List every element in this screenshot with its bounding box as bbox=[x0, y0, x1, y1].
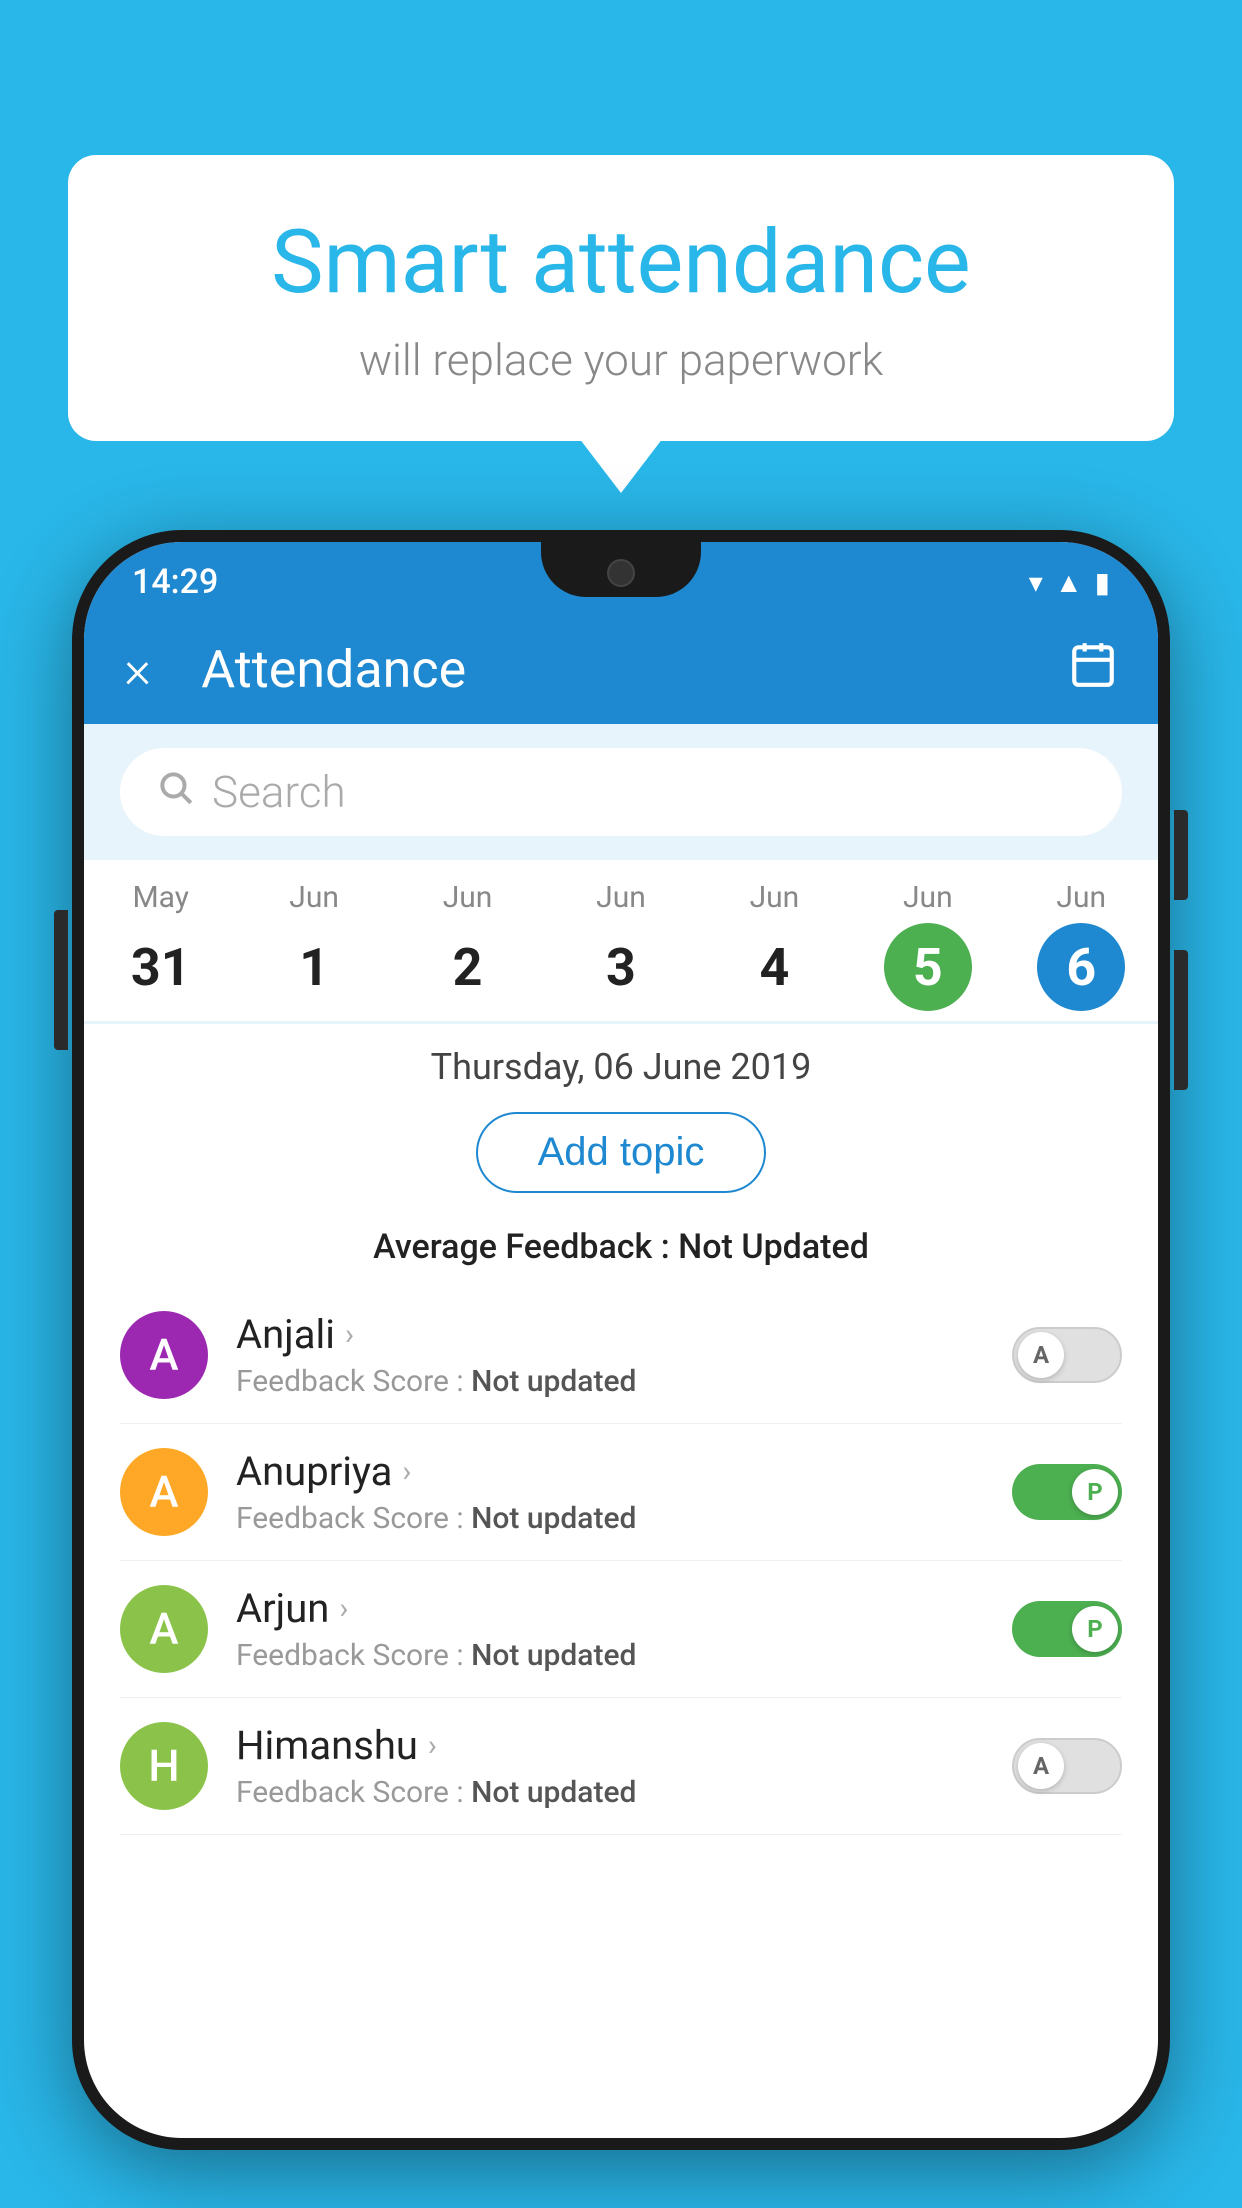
avatar: A bbox=[120, 1585, 208, 1673]
day-month: Jun bbox=[903, 880, 953, 915]
close-button[interactable]: × bbox=[124, 639, 151, 700]
attendance-toggle[interactable]: A bbox=[1012, 1327, 1122, 1383]
day-month: Jun bbox=[750, 880, 800, 915]
signal-icon: ▲ bbox=[1055, 566, 1083, 599]
add-topic-button[interactable]: Add topic bbox=[476, 1112, 767, 1193]
day-number[interactable]: 5 bbox=[884, 923, 972, 1011]
chevron-right-icon: › bbox=[402, 1454, 411, 1489]
side-button-right-1 bbox=[1174, 810, 1188, 900]
phone-screen: 14:29 ▾ ▲ ▮ × Attendance bbox=[84, 542, 1158, 2138]
calendar-day[interactable]: Jun 3 bbox=[544, 880, 697, 1011]
day-month: Jun bbox=[596, 880, 646, 915]
front-camera bbox=[607, 559, 635, 587]
attendance-toggle[interactable]: P bbox=[1012, 1464, 1122, 1520]
phone-frame: 14:29 ▾ ▲ ▮ × Attendance bbox=[72, 530, 1170, 2150]
avg-feedback-value: Not Updated bbox=[678, 1227, 869, 1267]
day-number[interactable]: 3 bbox=[577, 923, 665, 1011]
student-name: Arjun › bbox=[236, 1585, 984, 1632]
calendar-day[interactable]: Jun 6 bbox=[1005, 880, 1158, 1011]
student-item[interactable]: A Anupriya › Feedback Score : Not updated P bbox=[120, 1424, 1122, 1561]
student-list: AAnjali ›Feedback Score : Not updatedAAA… bbox=[84, 1287, 1158, 1835]
student-item[interactable]: A Anjali › Feedback Score : Not updated A bbox=[120, 1287, 1122, 1424]
status-time: 14:29 bbox=[132, 562, 218, 602]
selected-date-label: Thursday, 06 June 2019 bbox=[84, 1024, 1158, 1104]
day-number[interactable]: 6 bbox=[1037, 923, 1125, 1011]
bubble-title: Smart attendance bbox=[128, 215, 1114, 312]
app-header: × Attendance bbox=[84, 614, 1158, 724]
student-item[interactable]: H Himanshu › Feedback Score : Not updated A bbox=[120, 1698, 1122, 1835]
wifi-icon: ▾ bbox=[1029, 566, 1043, 599]
calendar-day[interactable]: Jun 1 bbox=[237, 880, 390, 1011]
day-month: May bbox=[132, 880, 188, 915]
calendar-day[interactable]: Jun 2 bbox=[391, 880, 544, 1011]
calendar-row: May 31 Jun 1 Jun 2 Jun 3 Jun 4 Jun 5 Jun 6 bbox=[84, 860, 1158, 1021]
student-name: Anjali › bbox=[236, 1311, 984, 1358]
avg-feedback-label: Average Feedback : bbox=[373, 1227, 670, 1267]
feedback-score: Feedback Score : Not updated bbox=[236, 1638, 984, 1673]
speech-bubble-container: Smart attendance will replace your paper… bbox=[68, 155, 1174, 441]
side-button-left bbox=[54, 910, 68, 1050]
day-number[interactable]: 1 bbox=[270, 923, 358, 1011]
toggle-knob: A bbox=[1018, 1743, 1064, 1789]
day-month: Jun bbox=[1056, 880, 1106, 915]
battery-icon: ▮ bbox=[1095, 566, 1110, 599]
search-input[interactable]: Search bbox=[212, 766, 346, 818]
search-icon bbox=[156, 768, 194, 816]
student-info: Himanshu › Feedback Score : Not updated bbox=[236, 1722, 984, 1810]
day-number[interactable]: 4 bbox=[730, 923, 818, 1011]
status-icons: ▾ ▲ ▮ bbox=[1029, 566, 1110, 599]
chevron-right-icon: › bbox=[428, 1728, 437, 1763]
student-item[interactable]: A Arjun › Feedback Score : Not updated P bbox=[120, 1561, 1122, 1698]
day-number[interactable]: 2 bbox=[424, 923, 512, 1011]
chevron-right-icon: › bbox=[345, 1317, 354, 1352]
day-month: Jun bbox=[289, 880, 339, 915]
student-info: Anjali › Feedback Score : Not updated bbox=[236, 1311, 984, 1399]
feedback-score: Feedback Score : Not updated bbox=[236, 1364, 984, 1399]
add-topic-container: Add topic bbox=[84, 1104, 1158, 1213]
toggle-knob: P bbox=[1072, 1469, 1118, 1515]
student-name: Anupriya › bbox=[236, 1448, 984, 1495]
side-button-right-2 bbox=[1174, 950, 1188, 1090]
feedback-score: Feedback Score : Not updated bbox=[236, 1501, 984, 1536]
toggle-knob: P bbox=[1072, 1606, 1118, 1652]
bubble-subtitle: will replace your paperwork bbox=[128, 334, 1114, 386]
student-info: Anupriya › Feedback Score : Not updated bbox=[236, 1448, 984, 1536]
student-info: Arjun › Feedback Score : Not updated bbox=[236, 1585, 984, 1673]
calendar-day[interactable]: Jun 5 bbox=[851, 880, 1004, 1011]
day-number[interactable]: 31 bbox=[117, 923, 205, 1011]
avatar: A bbox=[120, 1448, 208, 1536]
search-container: Search bbox=[84, 724, 1158, 860]
calendar-icon[interactable] bbox=[1068, 639, 1118, 700]
phone-container: 14:29 ▾ ▲ ▮ × Attendance bbox=[72, 530, 1170, 2208]
student-name: Himanshu › bbox=[236, 1722, 984, 1769]
avg-feedback: Average Feedback : Not Updated bbox=[84, 1213, 1158, 1287]
avatar: H bbox=[120, 1722, 208, 1810]
search-bar[interactable]: Search bbox=[120, 748, 1122, 836]
calendar-day[interactable]: Jun 4 bbox=[698, 880, 851, 1011]
feedback-score: Feedback Score : Not updated bbox=[236, 1775, 984, 1810]
phone-notch bbox=[541, 542, 701, 597]
toggle-knob: A bbox=[1018, 1332, 1064, 1378]
chevron-right-icon: › bbox=[339, 1591, 348, 1626]
attendance-toggle[interactable]: A bbox=[1012, 1738, 1122, 1794]
day-month: Jun bbox=[443, 880, 493, 915]
avatar: A bbox=[120, 1311, 208, 1399]
calendar-day[interactable]: May 31 bbox=[84, 880, 237, 1011]
speech-bubble: Smart attendance will replace your paper… bbox=[68, 155, 1174, 441]
attendance-toggle[interactable]: P bbox=[1012, 1601, 1122, 1657]
page-title: Attendance bbox=[201, 639, 1038, 700]
